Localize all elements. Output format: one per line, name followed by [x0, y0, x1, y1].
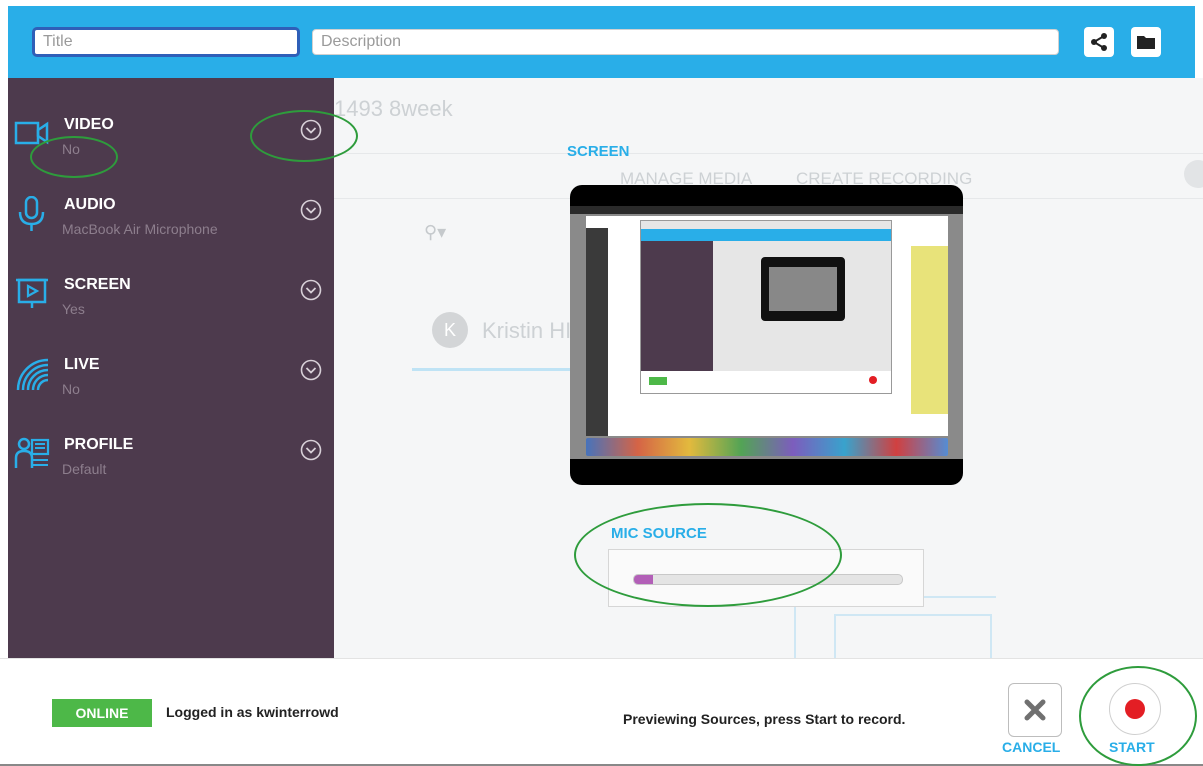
profile-icon [14, 437, 50, 468]
microphone-icon [18, 196, 45, 231]
chevron-down-icon[interactable] [300, 279, 322, 301]
preview-nested-screen [761, 257, 845, 321]
sidebar-item-title: AUDIO [64, 196, 116, 213]
sidebar-item-title: SCREEN [64, 276, 131, 293]
video-camera-icon [14, 121, 49, 145]
status-badge: ONLINE [52, 699, 152, 727]
preview-nested-record [869, 376, 877, 384]
course-title: 1493 8week [334, 96, 453, 121]
bg-divider [334, 153, 1203, 154]
share-button[interactable] [1084, 27, 1114, 57]
preview-nested-sidebar [641, 241, 713, 371]
recorder-window: 1493 8week MANAGE MEDIA CREATE RECORDING… [0, 0, 1203, 766]
preview-nested-status [649, 377, 667, 385]
sidebar-item-live[interactable]: LIVE No [8, 356, 334, 428]
sidebar-item-video[interactable]: VIDEO No [8, 116, 334, 188]
screen-icon [16, 278, 48, 308]
preview-browser [586, 216, 948, 436]
cancel-label[interactable]: CANCEL [1002, 739, 1060, 755]
preview-nested-header [641, 229, 891, 241]
folder-icon [1137, 36, 1155, 49]
bg-avatar-initial: K [443, 319, 456, 340]
title-input[interactable] [32, 27, 300, 57]
mic-source-label: MIC SOURCE [611, 525, 707, 542]
sidebar-item-title: PROFILE [64, 436, 134, 453]
bg-user-name: Kristin HI [482, 318, 572, 343]
preview-nested-screen-content [769, 267, 837, 311]
share-icon [1091, 33, 1107, 51]
chevron-down-icon[interactable] [300, 439, 322, 461]
sidebar-item-value: No [62, 141, 80, 157]
preview-message: Previewing Sources, press Start to recor… [623, 711, 906, 727]
mic-level-track [633, 574, 903, 585]
bg-search-icon: ⚲▾ [424, 222, 447, 242]
source-sidebar: VIDEO No AUDIO MacBook Air Microphone SC… [8, 78, 334, 658]
start-label[interactable]: START [1109, 739, 1155, 755]
logged-in-text: Logged in as kwinterrowd [166, 704, 339, 720]
footer-bar: ONLINE Logged in as kwinterrowd Previewi… [0, 658, 1203, 766]
sidebar-item-audio[interactable]: AUDIO MacBook Air Microphone [8, 196, 334, 268]
chevron-down-icon[interactable] [300, 359, 322, 381]
bg-avatar-right [1184, 160, 1203, 188]
chevron-down-icon[interactable] [300, 199, 322, 221]
mic-source-meter [608, 549, 924, 607]
sidebar-item-title: VIDEO [64, 116, 114, 133]
screen-label: SCREEN [567, 143, 630, 160]
mic-level-fill [634, 575, 653, 584]
bg-underline [412, 368, 572, 371]
preview-menubar [570, 206, 963, 214]
live-broadcast-icon [16, 358, 49, 391]
sidebar-item-profile[interactable]: PROFILE Default [8, 436, 334, 508]
close-icon [1024, 699, 1046, 721]
sidebar-item-value: MacBook Air Microphone [62, 221, 218, 237]
preview-dock [586, 438, 948, 456]
bg-avatar: K [432, 312, 468, 348]
record-icon [1125, 699, 1145, 719]
sidebar-item-value: Default [62, 461, 107, 477]
preview-browser-sidebar [586, 228, 608, 436]
bg-connector-lines-2 [834, 614, 992, 660]
preview-nested-footer [641, 371, 891, 393]
folder-button[interactable] [1131, 27, 1161, 57]
sidebar-item-title: LIVE [64, 356, 100, 373]
header-bar [8, 6, 1195, 78]
screen-preview [570, 185, 963, 485]
cancel-button[interactable] [1008, 683, 1062, 737]
start-button[interactable] [1109, 683, 1161, 735]
description-input[interactable] [312, 29, 1059, 55]
sidebar-item-value: No [62, 381, 80, 397]
preview-desktop [570, 206, 963, 459]
sidebar-item-value: Yes [62, 301, 85, 317]
sidebar-item-screen[interactable]: SCREEN Yes [8, 276, 334, 348]
chevron-down-icon[interactable] [300, 119, 322, 141]
preview-nested-window [640, 220, 892, 394]
preview-right-panel [911, 246, 948, 414]
